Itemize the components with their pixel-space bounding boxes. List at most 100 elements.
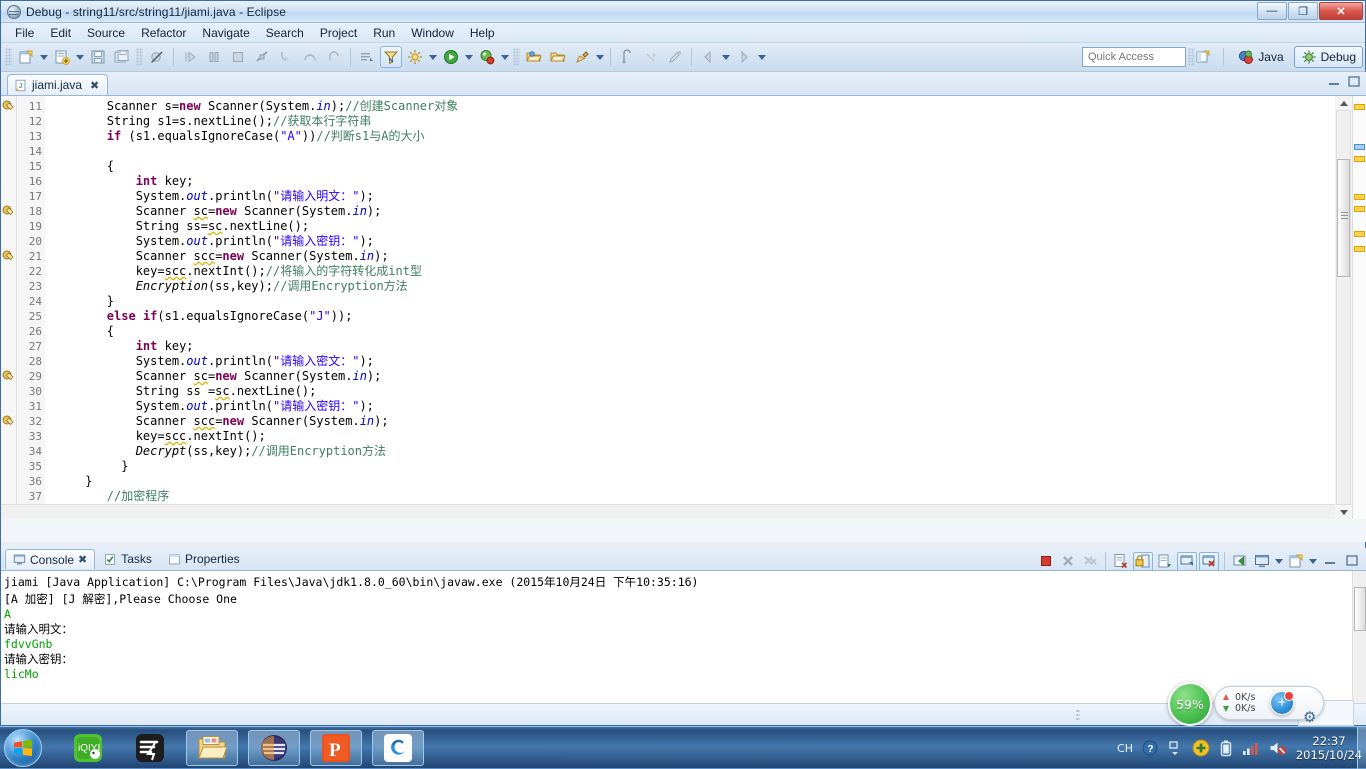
- menu-run[interactable]: Run: [365, 24, 403, 42]
- minimize-icon[interactable]: [1320, 552, 1340, 571]
- use-step-filters-icon[interactable]: [380, 46, 402, 68]
- clear-console-icon[interactable]: [1111, 552, 1131, 571]
- taskbar-item-sogou[interactable]: [372, 730, 424, 766]
- show-console-on-output-icon[interactable]: [1177, 551, 1197, 571]
- gear-icon[interactable]: ⚙: [1303, 708, 1316, 726]
- menu-help[interactable]: Help: [462, 24, 503, 42]
- remove-all-terminated-icon[interactable]: [1080, 552, 1100, 571]
- skip-breakpoints-icon[interactable]: [146, 46, 168, 68]
- run-dropdown-icon[interactable]: [463, 46, 475, 68]
- word-wrap-icon[interactable]: [1155, 552, 1175, 571]
- external-tools-dropdown-icon[interactable]: [427, 46, 439, 68]
- open-perspective-icon[interactable]: [1192, 46, 1214, 68]
- show-desktop-button[interactable]: [1357, 727, 1366, 769]
- overview-ruler[interactable]: [1352, 96, 1366, 519]
- close-button[interactable]: ✕: [1319, 2, 1363, 20]
- previous-annotation-icon[interactable]: [616, 46, 638, 68]
- tab-properties[interactable]: Properties: [161, 549, 247, 569]
- pin-console-icon[interactable]: [1230, 552, 1250, 571]
- new-java-project-icon[interactable]: [15, 46, 37, 68]
- search-dropdown-icon[interactable]: [594, 46, 606, 68]
- taskbar-item-file-explorer[interactable]: [186, 730, 238, 766]
- maximize-icon[interactable]: [1347, 76, 1361, 91]
- open-task-icon[interactable]: [547, 46, 569, 68]
- new-dropdown-icon[interactable]: [38, 46, 50, 68]
- overview-warning-marker[interactable]: [1354, 156, 1365, 162]
- overview-warning-marker[interactable]: [1354, 104, 1365, 110]
- taskbar-item-iqiyi[interactable]: iQIYI: [62, 730, 114, 766]
- restore-button[interactable]: ❐: [1288, 2, 1318, 20]
- maximize-icon[interactable]: [1342, 552, 1362, 571]
- perspective-java[interactable]: Java: [1232, 46, 1289, 68]
- display-selected-console-icon[interactable]: [1252, 552, 1272, 571]
- console-scroll-thumb[interactable]: [1354, 587, 1366, 631]
- console-output-area[interactable]: jiami [Java Application] C:\Program File…: [1, 570, 1366, 706]
- volume-muted-icon[interactable]: [1269, 740, 1287, 756]
- input-method-indicator[interactable]: CH: [1117, 742, 1133, 755]
- overview-warning-marker[interactable]: [1354, 206, 1365, 212]
- menu-navigate[interactable]: Navigate: [194, 24, 257, 42]
- new-java-class-icon[interactable]: [51, 46, 73, 68]
- back-dropdown-icon[interactable]: [720, 46, 732, 68]
- minimize-icon[interactable]: [1327, 76, 1341, 91]
- overview-warning-marker[interactable]: [1354, 194, 1365, 200]
- step-over-icon[interactable]: [299, 46, 321, 68]
- menu-file[interactable]: File: [7, 24, 42, 42]
- save-all-icon[interactable]: [111, 46, 133, 68]
- security-icon[interactable]: [1192, 739, 1210, 757]
- code-text[interactable]: Scanner s=new Scanner(System.in);//创建Sca…: [49, 96, 1335, 519]
- step-into-icon[interactable]: [275, 46, 297, 68]
- overview-occurrence-marker[interactable]: [1354, 144, 1365, 150]
- open-type-icon[interactable]: [523, 46, 545, 68]
- search-icon[interactable]: [571, 46, 593, 68]
- drop-to-frame-icon[interactable]: [356, 46, 378, 68]
- next-annotation-icon[interactable]: [640, 46, 662, 68]
- editor-tab-jiami-java[interactable]: J jiami.java ✖: [7, 74, 109, 95]
- help-icon[interactable]: ?: [1142, 740, 1158, 756]
- perspective-debug[interactable]: Debug: [1293, 46, 1363, 68]
- scroll-down-arrow[interactable]: [1336, 505, 1351, 519]
- taskbar-item-powerpoint[interactable]: P: [310, 730, 362, 766]
- close-icon[interactable]: ✖: [90, 79, 99, 92]
- remove-launch-icon[interactable]: [1058, 552, 1078, 571]
- close-icon[interactable]: ✖: [78, 553, 87, 566]
- terminate-icon[interactable]: [1036, 552, 1056, 571]
- windows-start-icon[interactable]: [4, 729, 42, 767]
- menu-window[interactable]: Window: [403, 24, 462, 42]
- battery-icon[interactable]: [1220, 740, 1232, 757]
- menu-refactor[interactable]: Refactor: [133, 24, 194, 42]
- tab-console[interactable]: Console ✖: [5, 549, 96, 569]
- run-icon[interactable]: [440, 46, 462, 68]
- terminate-icon[interactable]: [227, 46, 249, 68]
- disconnect-icon[interactable]: [251, 46, 273, 68]
- last-edit-location-icon[interactable]: [664, 46, 686, 68]
- code-editor[interactable]: 11 12 13 14 15 16 17 18 19 20 21 22 23 24 25 26 27 28 29 30…: [1, 95, 1366, 519]
- open-console-dropdown-icon[interactable]: [1307, 550, 1319, 572]
- new-class-dropdown-icon[interactable]: [74, 46, 86, 68]
- suspend-icon[interactable]: [203, 46, 225, 68]
- toolbar-grip-3[interactable]: [513, 48, 520, 66]
- display-console-dropdown-icon[interactable]: [1273, 550, 1285, 572]
- overview-warning-marker[interactable]: [1354, 246, 1365, 252]
- taskbar-clock[interactable]: 22:37 2015/10/24: [1292, 734, 1366, 762]
- editor-horizontal-scrollbar[interactable]: [1, 504, 1335, 519]
- memory-usage-indicator[interactable]: 59%: [1168, 682, 1212, 726]
- forward-icon[interactable]: [733, 46, 755, 68]
- scroll-up-arrow[interactable]: [1336, 96, 1351, 110]
- open-console-icon[interactable]: [1286, 552, 1306, 571]
- console-vertical-scrollbar[interactable]: [1352, 571, 1366, 706]
- menu-edit[interactable]: Edit: [42, 24, 79, 42]
- debug-icon[interactable]: [476, 46, 498, 68]
- show-console-on-error-icon[interactable]: [1199, 551, 1219, 571]
- taskbar-item-thunder[interactable]: [124, 730, 176, 766]
- show-hidden-icons-icon[interactable]: [1168, 740, 1182, 756]
- menu-source[interactable]: Source: [79, 24, 133, 42]
- speedup-button[interactable]: +: [1270, 691, 1294, 715]
- step-return-icon[interactable]: [323, 46, 345, 68]
- external-tools-icon[interactable]: [404, 46, 426, 68]
- save-icon[interactable]: [87, 46, 109, 68]
- toolbar-grip[interactable]: [5, 48, 12, 66]
- minimize-button[interactable]: —: [1257, 2, 1287, 20]
- network-icon[interactable]: [1242, 740, 1259, 756]
- editor-vertical-scrollbar[interactable]: [1336, 110, 1351, 505]
